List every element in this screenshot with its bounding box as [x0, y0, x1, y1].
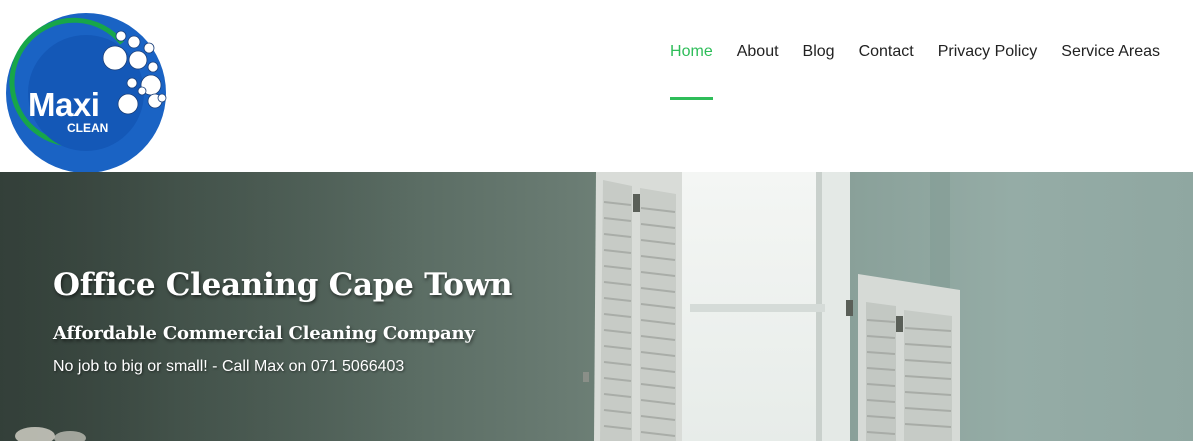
maxi-clean-logo[interactable]: Maxi CLEAN — [6, 13, 171, 173]
nav-item-blog[interactable]: Blog — [803, 42, 835, 61]
nav-item-about[interactable]: About — [737, 42, 779, 61]
logo-wordmark: Maxi — [28, 86, 100, 123]
hero-subtitle: Affordable Commercial Cleaning Company — [53, 323, 475, 344]
nav-item-label: Contact — [858, 43, 914, 60]
nav-item-label: About — [736, 43, 779, 60]
nav-item-label: Service Areas — [1061, 43, 1160, 60]
active-nav-indicator — [670, 97, 713, 100]
nav-item-label: Home — [670, 43, 713, 60]
nav-item-service-areas[interactable]: Service Areas — [1061, 42, 1160, 61]
site-header: Maxi CLEAN Home About Blog Contact Priva… — [0, 0, 1193, 173]
nav-item-contact[interactable]: Contact — [859, 42, 914, 61]
hero-tagline: No job to big or small! - Call Max on 07… — [53, 358, 405, 375]
hero-background-image — [0, 172, 960, 441]
hero-banner: Office Cleaning Cape Town Affordable Com… — [0, 172, 1193, 441]
nav-item-label: Blog — [802, 43, 835, 60]
nav-item-home[interactable]: Home — [670, 42, 713, 100]
nav-item-label: Privacy Policy — [937, 43, 1038, 60]
main-navigation: Home About Blog Contact Privacy Policy S… — [670, 42, 1160, 100]
hero-title: Office Cleaning Cape Town — [53, 267, 513, 303]
logo-subtext: CLEAN — [67, 121, 109, 135]
nav-item-privacy-policy[interactable]: Privacy Policy — [938, 42, 1038, 61]
